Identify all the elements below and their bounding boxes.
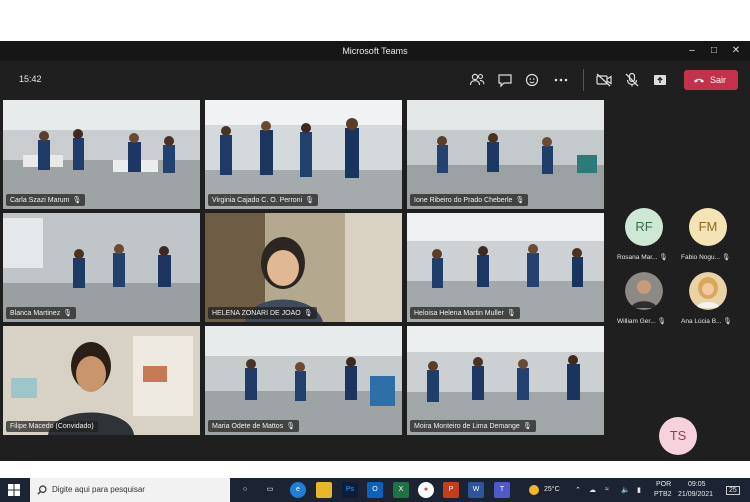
video-tile[interactable]: Carla Szazi Marum 🎙 bbox=[3, 100, 200, 209]
student-video bbox=[205, 213, 402, 322]
minimize-button[interactable]: – bbox=[684, 44, 700, 58]
participant-photo-avatar[interactable] bbox=[689, 272, 727, 310]
video-tile[interactable]: Virginia Cajado C. O. Perroni 🎙 bbox=[205, 100, 402, 209]
video-tile[interactable]: Ione Ribeiro do Prado Cheberle 🎙 bbox=[407, 100, 604, 209]
cloud-icon[interactable]: ☁ bbox=[589, 486, 596, 494]
participant-photo-avatar[interactable] bbox=[625, 272, 663, 310]
classroom-video bbox=[407, 100, 604, 209]
mic-muted-icon: 🎙 bbox=[305, 197, 315, 204]
outlook-icon[interactable]: O bbox=[367, 482, 383, 498]
participant-name: Carla Szazi Marum 🎙 bbox=[6, 194, 86, 206]
meeting-timer: 15:42 bbox=[19, 74, 42, 84]
camera-off-icon[interactable] bbox=[595, 71, 613, 89]
keyboard-layout[interactable]: PTB2 bbox=[654, 491, 672, 498]
participant-name: HELENA ZONARI DE JOAO 🎙 bbox=[208, 307, 317, 319]
language-indicator[interactable]: POR bbox=[656, 481, 671, 488]
participant-name: Blanca Martinez 🎙 bbox=[6, 307, 77, 319]
classroom-video bbox=[3, 100, 200, 209]
participant-name-with-mic-off: Fabio Nogu... 🎙 bbox=[681, 254, 731, 261]
classroom-video bbox=[205, 326, 402, 435]
video-tile[interactable]: HELENA ZONARI DE JOAO 🎙 bbox=[205, 213, 402, 322]
leave-button[interactable]: Sair bbox=[684, 70, 738, 90]
participant-avatar[interactable]: RF bbox=[625, 208, 663, 246]
volume-icon[interactable]: 🔈 bbox=[621, 486, 630, 494]
leave-label: Sair bbox=[710, 75, 727, 85]
clock-date[interactable]: 21/09/2021 bbox=[678, 491, 713, 498]
video-tile[interactable]: Moira Monteiro de Lima Demange 🎙 bbox=[407, 326, 604, 435]
participant-name: Filipe Macedo (Convidado) bbox=[6, 421, 98, 432]
classroom-video bbox=[205, 100, 402, 209]
battery-icon[interactable]: ▮ bbox=[637, 486, 641, 494]
excel-icon[interactable]: X bbox=[393, 482, 409, 498]
participant-avatar[interactable]: FM bbox=[689, 208, 727, 246]
video-tile[interactable]: Blanca Martinez 🎙 bbox=[3, 213, 200, 322]
participant-name: Virginia Cajado C. O. Perroni 🎙 bbox=[208, 194, 319, 206]
video-tile[interactable]: Maria Odete de Mattos 🎙 bbox=[205, 326, 402, 435]
title-bar: Microsoft Teams – □ ✕ bbox=[0, 41, 750, 61]
mic-muted-icon: 🎙 bbox=[506, 310, 516, 317]
search-icon bbox=[37, 485, 47, 495]
reactions-icon[interactable] bbox=[524, 71, 542, 89]
participant-name-with-mic-off: William Ger... 🎙 bbox=[617, 318, 666, 325]
weather-sun-icon[interactable] bbox=[528, 484, 540, 496]
windows-start-icon[interactable] bbox=[8, 484, 20, 496]
video-tile[interactable]: Heloisa Helena Martin Muller 🎙 bbox=[407, 213, 604, 322]
chrome-icon[interactable]: ● bbox=[418, 482, 434, 498]
participant-name: Maria Odete de Mattos 🎙 bbox=[208, 420, 300, 432]
close-button[interactable]: ✕ bbox=[728, 44, 744, 58]
participants-panel: RF Rosana Mar... 🎙 FM Fabio Nogu... 🎙 Wi… bbox=[607, 100, 750, 461]
mic-off-icon[interactable] bbox=[623, 71, 641, 89]
participant-name: Heloisa Helena Martin Muller 🎙 bbox=[410, 307, 520, 319]
teams-window: Microsoft Teams – □ ✕ 15:42 Sair Carla S… bbox=[0, 41, 750, 502]
mic-muted-icon: 🎙 bbox=[522, 423, 532, 430]
video-tile-active-speaker[interactable]: Filipe Macedo (Convidado) bbox=[3, 326, 200, 435]
mic-muted-icon: 🎙 bbox=[72, 197, 82, 204]
presenter-video bbox=[3, 326, 200, 435]
maximize-button[interactable]: □ bbox=[706, 44, 722, 58]
clock-time[interactable]: 09:05 bbox=[688, 481, 706, 488]
hang-up-icon bbox=[694, 78, 704, 83]
window-title: Microsoft Teams bbox=[342, 46, 408, 56]
task-view-icon[interactable]: ▭ bbox=[262, 482, 278, 498]
participants-icon[interactable] bbox=[468, 71, 486, 89]
search-placeholder: Digite aqui para pesquisar bbox=[52, 485, 145, 494]
powerpoint-icon[interactable]: P bbox=[443, 482, 459, 498]
chat-icon[interactable] bbox=[496, 71, 514, 89]
mic-muted-icon: 🎙 bbox=[303, 310, 313, 317]
windows-taskbar: Digite aqui para pesquisar ○ ▭ e Ps O X … bbox=[0, 478, 750, 502]
taskbar-search-box[interactable]: Digite aqui para pesquisar bbox=[30, 478, 230, 502]
toolbar-divider bbox=[583, 69, 584, 91]
classroom-video bbox=[407, 213, 604, 322]
classroom-video bbox=[3, 213, 200, 322]
mic-muted-icon: 🎙 bbox=[515, 197, 525, 204]
word-icon[interactable]: W bbox=[468, 482, 484, 498]
video-grid: Carla Szazi Marum 🎙 Virginia Cajado C. O.… bbox=[3, 100, 604, 436]
tray-chevron-icon[interactable]: ⌃ bbox=[575, 486, 581, 494]
meeting-toolbar: 15:42 Sair bbox=[0, 61, 750, 99]
participant-name: Moira Monteiro de Lima Demange 🎙 bbox=[410, 420, 536, 432]
participant-name-with-mic-off: Ana Lúcia B... 🎙 bbox=[681, 318, 732, 325]
self-avatar[interactable]: TS bbox=[659, 417, 697, 455]
file-explorer-icon[interactable] bbox=[316, 482, 332, 498]
participant-name-with-mic-off: Rosana Mar... 🎙 bbox=[617, 254, 668, 261]
notification-center-badge[interactable]: 25 bbox=[726, 486, 740, 495]
more-options-icon[interactable] bbox=[552, 71, 570, 89]
cortana-icon[interactable]: ○ bbox=[237, 482, 253, 498]
photoshop-icon[interactable]: Ps bbox=[342, 482, 358, 498]
teams-icon[interactable]: T bbox=[494, 482, 510, 498]
share-screen-icon[interactable] bbox=[651, 71, 669, 89]
classroom-video bbox=[407, 326, 604, 435]
mic-muted-icon: 🎙 bbox=[286, 423, 296, 430]
edge-icon[interactable]: e bbox=[290, 482, 306, 498]
mic-muted-icon: 🎙 bbox=[63, 310, 73, 317]
participant-name: Ione Ribeiro do Prado Cheberle 🎙 bbox=[410, 194, 529, 206]
wifi-icon[interactable]: ≈ bbox=[605, 486, 609, 493]
weather-temperature[interactable]: 25°C bbox=[544, 486, 560, 493]
